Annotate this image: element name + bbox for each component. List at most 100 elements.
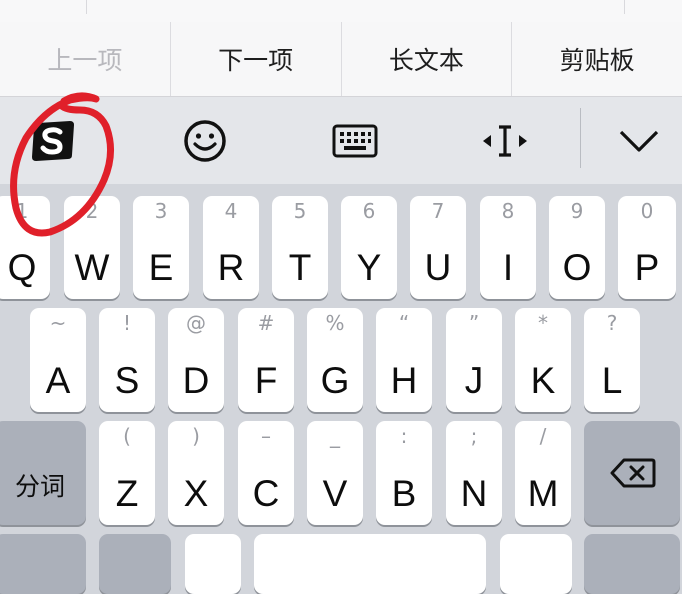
emoji-icon [184,119,226,162]
segment-key[interactable]: 分词 [0,421,86,525]
key-letter: K [530,360,556,401]
key-letter: H [390,360,418,401]
key-j[interactable]: ” J [446,308,502,412]
emoji-button[interactable] [170,97,240,184]
key-letter: N [460,473,488,514]
key-r[interactable]: 4R [203,196,259,299]
key-alt-symbol: * [538,311,548,335]
key-alt-symbol: 1 [15,199,29,223]
keyboard-keys-area: 1Q 2W 3E 4R 5T 6Y 7U 8I 9O 0P ~ A ! S @ D #… [0,184,682,594]
key-letter: W [74,247,110,288]
key-letter: I [502,247,514,288]
key-alt-symbol: 6 [362,199,376,223]
keyboard-switch-button[interactable] [320,97,390,184]
input-navigation-bar: 上一项 下一项 长文本 剪贴板 [0,22,682,97]
period-key[interactable] [500,534,572,594]
sogou-logo-button[interactable] [18,97,88,184]
key-alt-symbol: 4 [224,199,238,223]
key-letter: Q [7,247,37,288]
keyboard-icon [332,124,378,157]
key-alt-symbol: _ [330,424,340,448]
key-k[interactable]: * K [515,308,571,412]
key-letter: R [217,247,245,288]
field-border-left [86,0,87,14]
key-alt-symbol: ( [123,424,131,448]
key-alt-symbol: ! [122,311,132,335]
key-alt-symbol: ? [606,311,618,335]
key-i[interactable]: 8I [480,196,536,299]
key-d[interactable]: @ D [168,308,224,412]
key-alt-symbol: ” [468,311,480,335]
key-alt-symbol: 3 [154,199,168,223]
key-letter: O [562,247,592,288]
key-letter: D [182,360,210,401]
key-alt-symbol: 0 [640,199,654,223]
key-letter: A [45,360,71,401]
key-letter: U [424,247,452,288]
key-letter: E [148,247,174,288]
return-key[interactable] [584,534,680,594]
key-p[interactable]: 0P [618,196,676,299]
text-field-edge [0,0,682,23]
key-alt-symbol: ) [192,424,200,448]
key-letter: S [114,360,140,401]
key-f[interactable]: # F [238,308,294,412]
sogou-logo-icon [32,120,74,161]
key-letter: Z [115,473,139,514]
key-h[interactable]: “H [376,308,432,412]
space-key[interactable] [254,534,486,594]
key-letter: B [391,473,417,514]
key-alt-symbol: @ [186,311,206,335]
key-e[interactable]: 3E [133,196,189,299]
key-u[interactable]: 7U [410,196,466,299]
key-alt-symbol: / [539,424,547,448]
key-n[interactable]: ; N [446,421,502,525]
key-alt-symbol: – [261,424,271,448]
key-letter: M [527,473,559,514]
key-t[interactable]: 5T [272,196,328,299]
key-alt-symbol: 5 [293,199,307,223]
key-l[interactable]: ? L [584,308,640,412]
key-letter: Y [356,247,382,288]
key-alt-symbol: ~ [49,311,67,335]
key-letter: F [254,360,278,401]
backspace-icon [610,458,656,488]
key-letter: P [634,247,660,288]
previous-item-button[interactable]: 上一项 [0,22,171,96]
clipboard-button[interactable]: 剪贴板 [512,22,682,96]
key-m[interactable]: / M [515,421,571,525]
key-letter: X [183,473,209,514]
globe-key[interactable] [99,534,171,594]
number-switch-key[interactable] [0,534,86,594]
key-s[interactable]: ! S [99,308,155,412]
backspace-key[interactable] [584,421,680,525]
toolbar-divider [580,108,581,168]
long-text-button[interactable]: 长文本 [342,22,513,96]
key-letter: T [288,247,312,288]
key-alt-symbol: # [257,311,275,335]
comma-key[interactable] [185,534,241,594]
key-q[interactable]: 1Q [0,196,50,299]
field-border-right [624,0,625,14]
key-w[interactable]: 2W [64,196,120,299]
key-c[interactable]: – C [238,421,294,525]
key-alt-symbol: 9 [570,199,584,223]
key-o[interactable]: 9O [549,196,605,299]
key-letter: G [320,360,350,401]
next-item-button[interactable]: 下一项 [171,22,342,96]
cursor-move-button[interactable] [470,97,540,184]
key-z[interactable]: (Z [99,421,155,525]
key-alt-symbol: “ [398,311,410,335]
chevron-down-icon [619,130,659,152]
key-b[interactable]: :B [376,421,432,525]
key-alt-symbol: : [400,424,408,448]
key-letter: L [601,360,623,401]
cursor-move-icon [483,124,527,157]
key-x[interactable]: ) X [168,421,224,525]
key-g[interactable]: % G [307,308,363,412]
hide-keyboard-button[interactable] [604,97,674,184]
key-a[interactable]: ~ A [30,308,86,412]
key-alt-symbol: % [325,311,345,335]
key-y[interactable]: 6Y [341,196,397,299]
key-v[interactable]: _ V [307,421,363,525]
